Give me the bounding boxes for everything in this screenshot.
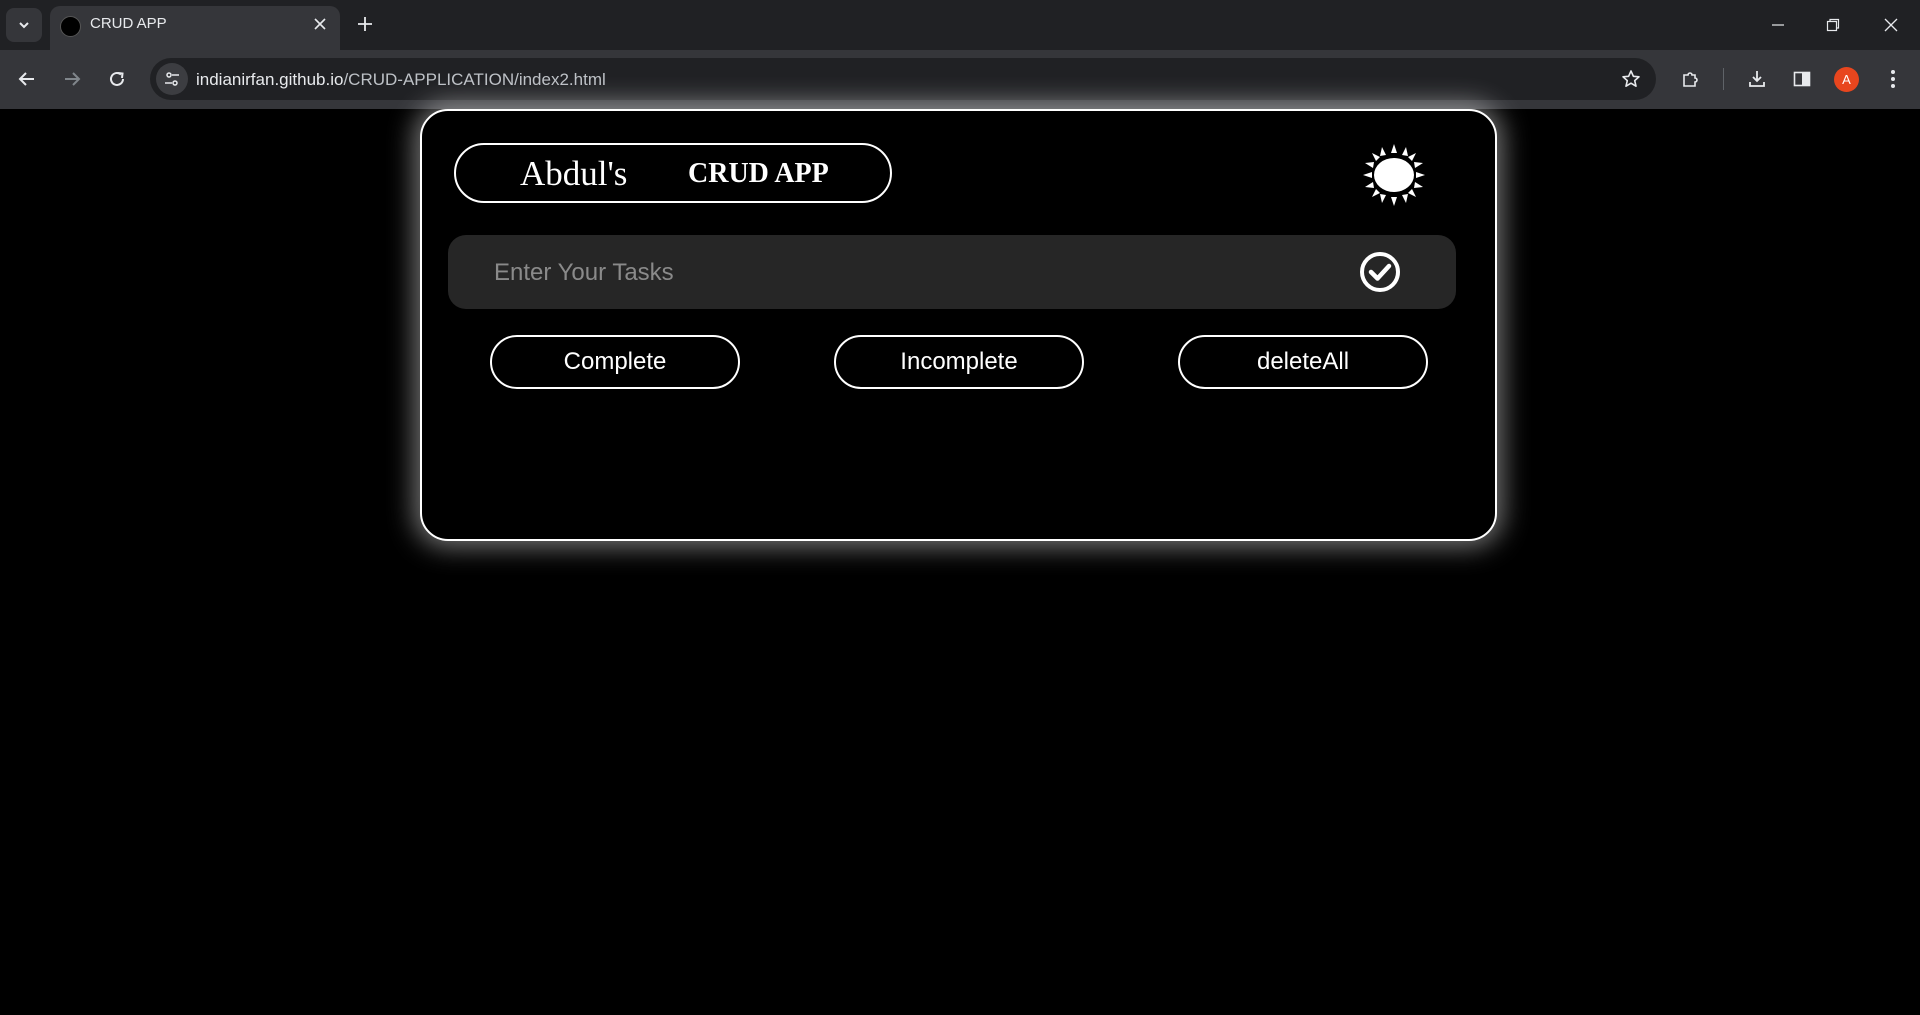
more-vert-icon: [1891, 70, 1895, 88]
close-window-button[interactable]: [1873, 10, 1909, 40]
minimize-button[interactable]: [1760, 10, 1796, 40]
task-input[interactable]: [492, 249, 1316, 297]
check-circle-icon: [1360, 252, 1400, 292]
downloads-button[interactable]: [1743, 65, 1771, 93]
download-icon: [1749, 71, 1765, 87]
side-panel-icon: [1793, 71, 1811, 87]
task-input-bar: [448, 235, 1456, 309]
url-text: indianirfan.github.io/CRUD-APPLICATION/i…: [196, 70, 606, 90]
extensions-button[interactable]: [1677, 65, 1705, 93]
address-bar[interactable]: indianirfan.github.io/CRUD-APPLICATION/i…: [150, 58, 1656, 100]
close-icon: [1884, 18, 1898, 32]
tab-search-button[interactable]: [6, 8, 42, 42]
url-host: indianirfan.github.io: [196, 70, 344, 89]
close-icon: [314, 18, 326, 30]
incomplete-button[interactable]: Incomplete: [834, 335, 1084, 389]
browser-toolbar: indianirfan.github.io/CRUD-APPLICATION/i…: [0, 50, 1920, 109]
url-path: /CRUD-APPLICATION/index2.html: [343, 70, 606, 89]
add-task-button[interactable]: [1358, 250, 1402, 294]
arrow-left-icon: [18, 72, 34, 86]
restore-icon: [1826, 18, 1840, 32]
theme-toggle-button[interactable]: [1362, 143, 1426, 207]
tune-icon: [165, 72, 179, 86]
toolbar-divider: [1723, 68, 1724, 90]
app-logo: Abdul's CRUD APP: [454, 143, 892, 203]
profile-avatar[interactable]: A: [1834, 67, 1859, 92]
back-button[interactable]: [12, 64, 42, 94]
tab-title: CRUD APP: [90, 15, 167, 32]
logo-name: Abdul's: [520, 154, 628, 193]
chevron-down-icon: [19, 22, 29, 29]
reload-button[interactable]: [102, 64, 132, 94]
crud-app-card: Abdul's CRUD APP Enter Your Tasks Comple…: [420, 109, 1497, 541]
logo-app-title: CRUD APP: [688, 158, 829, 189]
new-tab-button[interactable]: [353, 12, 377, 36]
arrow-right-icon: [65, 72, 81, 86]
browser-tab-bar: CRUD APP: [0, 0, 1920, 50]
delete-all-button[interactable]: deleteAll: [1178, 335, 1428, 389]
browser-menu-button[interactable]: [1879, 65, 1907, 93]
puzzle-icon: [1683, 72, 1698, 87]
complete-button[interactable]: Complete: [490, 335, 740, 389]
reload-icon: [110, 71, 124, 86]
restore-button[interactable]: [1815, 10, 1851, 40]
site-info-button[interactable]: [156, 63, 188, 95]
side-panel-button[interactable]: [1788, 65, 1816, 93]
plus-icon: [358, 17, 372, 31]
star-icon: [1622, 70, 1640, 87]
tab-close-button[interactable]: [310, 14, 330, 34]
minimize-icon: [1772, 24, 1784, 26]
sun-icon: [1363, 144, 1425, 206]
tab-favicon-icon: [60, 16, 81, 37]
forward-button[interactable]: [57, 64, 87, 94]
bookmark-button[interactable]: [1620, 68, 1642, 90]
